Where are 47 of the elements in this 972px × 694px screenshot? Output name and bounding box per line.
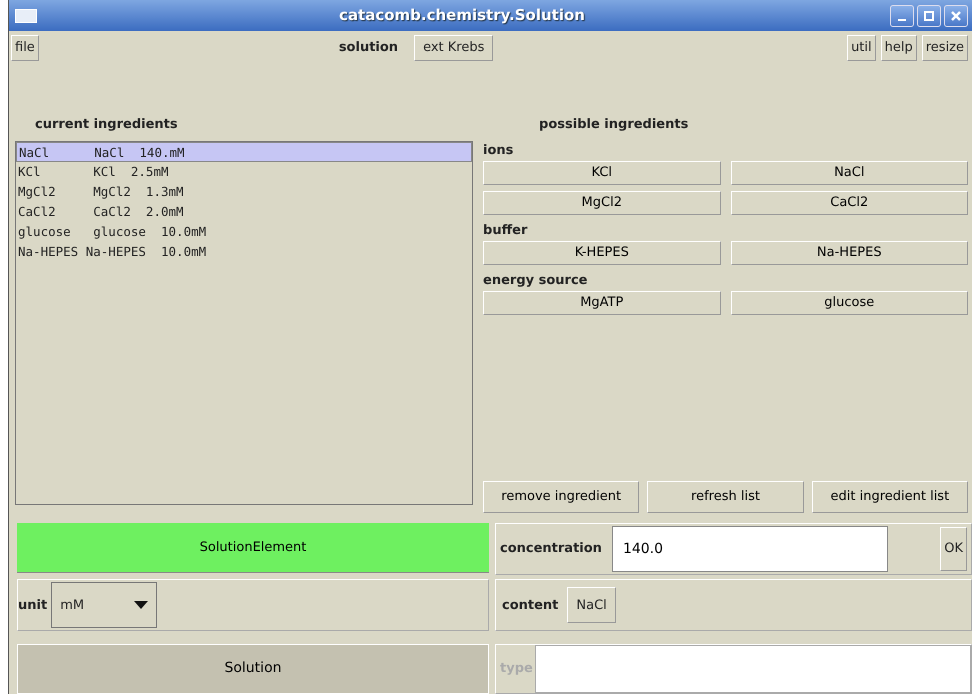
solution-main-button[interactable]: Solution bbox=[17, 644, 489, 694]
window-icon bbox=[15, 8, 37, 22]
section-heading: current ingredients bbox=[34, 116, 179, 134]
ingredient-button[interactable]: K-HEPES bbox=[483, 241, 721, 265]
list-item[interactable]: MgCl2 MgCl2 1.3mM bbox=[16, 182, 472, 202]
maximize-icon bbox=[924, 10, 934, 20]
element-button[interactable]: SolutionElement bbox=[17, 523, 489, 573]
action-button[interactable]: refresh list bbox=[647, 481, 804, 513]
content-label: content bbox=[502, 596, 558, 615]
window-title: catacomb.chemistry.Solution bbox=[338, 5, 586, 26]
unit-value: mM bbox=[60, 596, 84, 615]
minimize-button[interactable] bbox=[890, 4, 914, 26]
unit-label: unit bbox=[18, 596, 48, 615]
action-button[interactable]: remove ingredient bbox=[483, 481, 640, 513]
group-label: buffer bbox=[483, 222, 528, 240]
ingredient-button[interactable]: glucose bbox=[730, 291, 968, 315]
solution-label: solution bbox=[338, 39, 398, 58]
list-item[interactable]: KCl KCl 2.5mM bbox=[16, 162, 472, 182]
list-item[interactable]: glucose glucose 10.0mM bbox=[16, 222, 472, 242]
maximize-button[interactable] bbox=[917, 4, 941, 26]
group-label: energy source bbox=[483, 272, 588, 290]
file-button[interactable]: file bbox=[11, 35, 39, 61]
action-button[interactable]: edit ingredient list bbox=[812, 481, 968, 513]
section-heading: possible ingredients bbox=[538, 116, 690, 134]
group-label: ions bbox=[483, 142, 514, 160]
list-item[interactable]: Na-HEPES Na-HEPES 10.0mM bbox=[16, 242, 472, 262]
close-icon bbox=[951, 10, 961, 20]
caret-icon bbox=[134, 601, 148, 610]
unit-dropdown[interactable]: mM bbox=[51, 582, 158, 628]
solution-choice-button[interactable]: ext Krebs bbox=[414, 35, 494, 61]
concentration-label: concentration bbox=[500, 540, 602, 558]
concentration-field[interactable]: 140.0 bbox=[612, 526, 888, 572]
content-button[interactable]: NaCl bbox=[567, 587, 616, 624]
ingredient-button[interactable]: NaCl bbox=[730, 161, 968, 185]
minimize-icon bbox=[898, 18, 906, 20]
list-item[interactable]: CaCl2 CaCl2 2.0mM bbox=[16, 202, 472, 222]
ingredient-button[interactable]: KCl bbox=[483, 161, 721, 185]
ingredient-button[interactable]: CaCl2 bbox=[730, 191, 968, 215]
ingredient-button[interactable]: MgCl2 bbox=[483, 191, 721, 215]
ingredient-button[interactable]: Na-HEPES bbox=[730, 241, 968, 265]
toolbar-button[interactable]: util bbox=[847, 35, 876, 61]
ingredient-button[interactable]: MgATP bbox=[483, 291, 721, 315]
close-button[interactable] bbox=[944, 4, 968, 26]
toolbar-button[interactable]: help bbox=[880, 35, 917, 61]
list-item[interactable]: NaCl NaCl 140.mM bbox=[16, 142, 472, 162]
ok-button[interactable]: OK bbox=[940, 527, 967, 571]
toolbar-button[interactable]: resize bbox=[922, 35, 968, 61]
